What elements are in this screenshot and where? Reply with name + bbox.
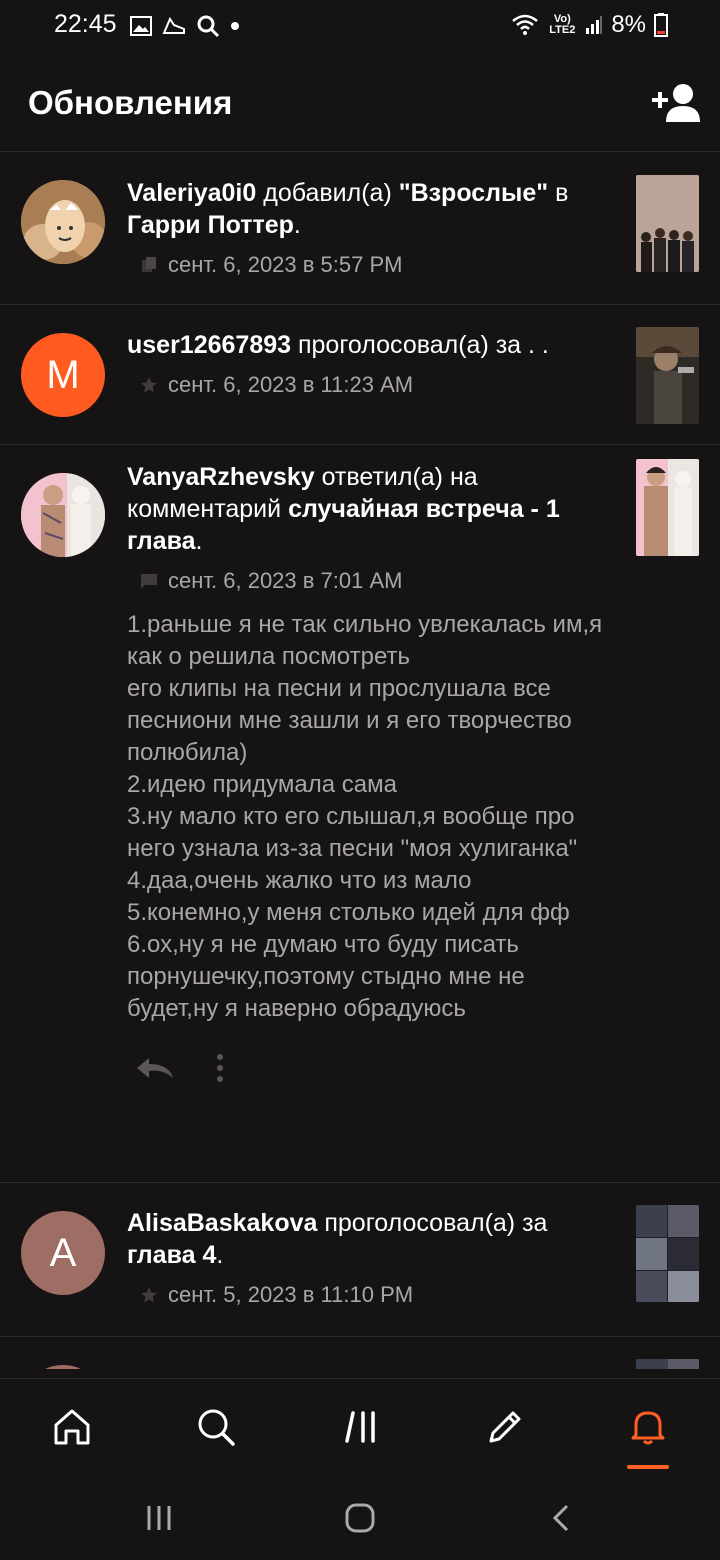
reply-button[interactable] (135, 1056, 175, 1085)
username[interactable]: AlisaBaskakova (127, 1209, 317, 1237)
network-label: Vo) LTE2 (549, 13, 576, 36)
recent-apps-button[interactable] (139, 1500, 179, 1536)
app-header: Обновления (0, 60, 720, 152)
story-cover[interactable] (636, 175, 699, 272)
write-icon (489, 1411, 521, 1443)
comment-icon (139, 571, 159, 591)
nav-home[interactable] (50, 1405, 94, 1449)
avatar[interactable] (21, 1365, 105, 1369)
more-options-button[interactable] (215, 1053, 225, 1088)
search-icon (198, 1409, 235, 1446)
feed-item[interactable]: VanyaRzhevsky ответил(а) на комментарий … (0, 445, 720, 1183)
signal-icon (586, 16, 603, 34)
status-bar: 22:45 Vo) LTE2 8% (0, 0, 720, 52)
reading-list-icon (139, 255, 159, 275)
back-button[interactable] (542, 1500, 582, 1536)
feed-item[interactable]: Valeriya0i0 добавил(а) "Взрослые" в Гарр… (0, 153, 720, 305)
feed-item[interactable] (0, 1337, 720, 1369)
nav-library[interactable] (339, 1405, 383, 1449)
timestamp: сент. 6, 2023 в 7:01 AM (168, 568, 403, 593)
home-button[interactable] (340, 1500, 380, 1536)
username[interactable]: VanyaRzhevsky (127, 463, 315, 491)
notifications-icon (631, 1411, 665, 1445)
chapter-link[interactable]: глава 4 (127, 1241, 216, 1269)
nav-write[interactable] (483, 1405, 527, 1449)
battery-percent: 8% (611, 11, 646, 38)
more-vertical-icon (217, 1054, 223, 1082)
add-user-icon (652, 84, 700, 122)
story-cover[interactable] (636, 327, 699, 424)
status-time: 22:45 (54, 10, 117, 38)
back-icon (552, 1504, 569, 1532)
nav-notifications[interactable] (626, 1405, 670, 1449)
reply-icon (137, 1058, 173, 1078)
updates-feed: Valeriya0i0 добавил(а) "Взрослые" в Гарр… (0, 153, 720, 1369)
page-title: Обновления (28, 84, 233, 121)
feed-item[interactable]: M user12667893 проголосовал(а) за . . се… (0, 305, 720, 445)
username[interactable]: Valeriya0i0 (127, 179, 256, 207)
recent-apps-icon (147, 1506, 171, 1530)
username[interactable]: user12667893 (127, 331, 291, 359)
library-icon (345, 1411, 375, 1443)
avatar[interactable] (21, 180, 105, 264)
battery-icon (654, 13, 668, 37)
star-icon (139, 1285, 159, 1305)
avatar[interactable]: A (21, 1211, 105, 1295)
wifi-icon (512, 14, 539, 35)
comment-text: 1.раньше я не так сильно увлекалась им,я… (127, 611, 603, 1022)
active-tab-indicator (627, 1465, 669, 1469)
list-link[interactable]: Гарри Поттер (127, 211, 294, 239)
search-status-icon (197, 15, 220, 38)
story-cover[interactable] (636, 1359, 699, 1369)
dot-icon (231, 22, 239, 30)
sneaker-icon (162, 16, 185, 34)
system-navigation (0, 1474, 720, 1560)
nav-search[interactable] (194, 1405, 238, 1449)
home-circle-icon (345, 1503, 375, 1533)
add-user-button[interactable] (650, 80, 700, 126)
story-cover[interactable] (636, 459, 699, 556)
timestamp: сент. 6, 2023 в 11:23 AM (168, 372, 414, 397)
timestamp: сент. 5, 2023 в 11:10 PM (168, 1282, 414, 1307)
bottom-navigation (0, 1378, 720, 1474)
avatar[interactable] (21, 473, 105, 557)
story-cover[interactable] (636, 1205, 699, 1302)
avatar[interactable]: M (21, 333, 105, 417)
timestamp: сент. 6, 2023 в 5:57 PM (168, 252, 403, 277)
home-icon (54, 1409, 90, 1445)
star-icon (139, 375, 159, 395)
feed-item[interactable]: A AlisaBaskakova проголосовал(а) за глав… (0, 1183, 720, 1337)
story-link[interactable]: "Взрослые" (399, 179, 548, 207)
gallery-icon (130, 16, 152, 36)
